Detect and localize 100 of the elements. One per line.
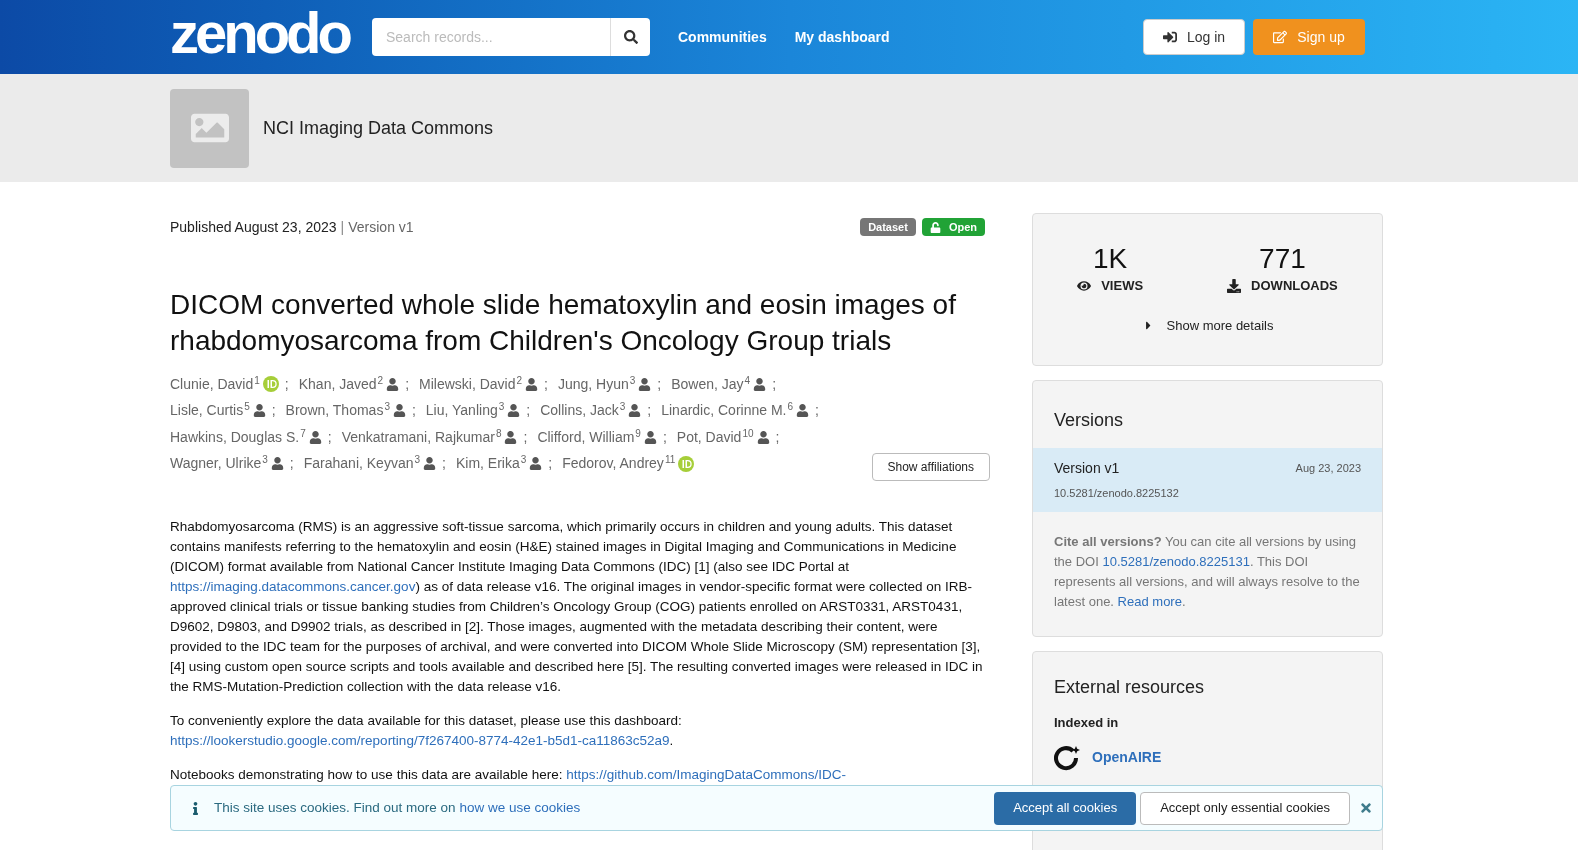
separator: ; [526,401,531,421]
accept-essential-button[interactable]: Accept only essential cookies [1140,791,1350,825]
version-item[interactable]: Version v1 Aug 23, 2023 10.5281/zenodo.8225132 [1033,448,1382,512]
search-field[interactable]: Search records... [372,18,610,56]
version-doi: 10.5281/zenodo.8225132 [1054,486,1180,501]
author-name[interactable]: Linardic, Corinne M.$^{6}$ [661,400,794,422]
person-icon [756,430,770,444]
search-icon [623,30,638,44]
person-icon [308,430,322,444]
nav-link[interactable]: My dashboard [794,26,890,48]
author-name[interactable]: Milewski, David$^{2}$ [419,373,523,395]
person-icon [525,377,539,391]
author-name[interactable]: Liu, Yanling$^{3}$ [425,400,505,422]
person-icon [423,457,437,471]
login-button[interactable]: Log in [1143,19,1245,55]
author-name[interactable]: Hawkins, Douglas S.$^{7}$ [170,426,306,448]
version-date: Aug 23, 2023 [1295,461,1361,477]
eye-icon [1077,278,1092,293]
author-name[interactable]: Bowen, Jay$^{4}$ [671,373,751,395]
community-name[interactable]: NCI Imaging Data Commons [263,114,494,142]
record-title: DICOM converted whole slide hematoxylin and eosin images of rhabdomyosarcoma from Children's Oncology Group trials [170,288,957,358]
version-name: Version v1 [1054,459,1120,478]
accept-all-button[interactable]: Accept all cookies [994,791,1137,825]
stat-value: 771 [1259,244,1306,274]
person-icon [252,404,266,418]
author-name[interactable]: Farahani, Keyvan$^{3}$ [303,453,421,475]
person-icon [504,430,518,444]
author-name[interactable]: Fedorov, Andrey$^{11}$ [562,453,676,475]
separator: ; [405,374,409,394]
link[interactable]: https://imaging.datacommons.cancer.gov [170,579,416,594]
author-name[interactable]: Collins, Jack$^{3}$ [540,400,626,422]
card-subtitle: Indexed in [1054,714,1120,732]
logo[interactable]: zenodo [170,4,372,62]
version-label: Version v1 [348,218,414,235]
description-paragraph: To conveniently explore the data available for this dataset, please use this dashboard: https://lookerstudio.google.com/reporting/7f267400-8774-42e1-b5d1-ca11863c52a9. [170,712,683,750]
publish-date: Published August 23, 2023 [170,218,337,235]
cite-note: Cite all versions? You can cite all versions by using the DOI 10.5281/zenodo.8225131. This DOI represents all versions, and will always resolve to the latest one. Read more. [1053,532,1361,611]
separator: ; [544,374,548,394]
card-title: External resources [1054,676,1206,699]
close-button[interactable] [1359,801,1373,815]
type-badge: Dataset [860,218,916,236]
separator: ; [327,427,332,447]
separator: ; [647,401,652,421]
card-title: Versions [1053,409,1125,432]
divider: | [340,218,345,235]
link[interactable]: https://github.com/ImagingDataCommons/IDC- [566,767,847,782]
author-name[interactable]: Jung, Hyun$^{3}$ [557,373,636,395]
person-icon [638,377,652,391]
author-name[interactable]: Lisle, Curtis$^{5}$ [170,400,250,422]
close-icon [1359,801,1373,815]
separator: ; [271,401,276,421]
separator: ; [662,427,667,447]
person-icon [386,377,400,391]
stat-value: 1K [1093,244,1128,274]
person-icon [643,430,657,444]
ring-icon [1054,744,1082,771]
show-affiliations-button[interactable]: Show affiliations [871,453,990,481]
person-icon [628,404,642,418]
separator: ; [815,401,819,421]
separator: ; [523,427,528,447]
cookie-message: This site uses cookies. Find out more on how we use cookies [214,798,581,817]
person-icon [392,404,406,418]
separator: ; [284,374,289,394]
author-name[interactable]: Wagner, Ulrike$^{3}$ [170,453,268,475]
edit-icon [1273,30,1288,44]
separator: ; [442,454,446,474]
link[interactable]: 10.5281/zenodo.8225131 [1102,553,1250,569]
author-name[interactable]: Kim, Erika$^{3}$ [455,453,527,475]
nav-link[interactable]: Communities [678,26,767,48]
separator: ; [289,454,294,474]
author-name[interactable]: Clunie, David$^{1}$ [170,373,260,395]
link[interactable]: how we use cookies [459,799,581,815]
link[interactable]: Read more [1117,593,1182,609]
link[interactable]: https://lookerstudio.google.com/reporting/7f267400-8774-42e1-b5d1-ca11863c52a9 [170,733,670,748]
search-button[interactable] [610,18,650,56]
unlock-icon [929,221,941,233]
login-icon [1162,30,1177,44]
separator: ; [775,427,780,447]
author-name[interactable]: Venkatramani, Rajkumar$^{8}$ [341,426,502,448]
stat-label: VIEWS [1101,277,1144,295]
person-icon [796,404,810,418]
separator: ; [772,374,777,394]
person-icon [507,404,521,418]
person-icon [270,457,284,471]
description-paragraph: Rhabdomyosarcoma (RMS) is an aggressive soft-tissue sarcoma, which primarily occurs in children and young adults. This dataset contains manifests referring to the hematoxylin and eosin (H&E) stained images in Digital Imaging and Communications in Medicine (DICOM) format available from National Cancer Institute Imaging Data Commons (IDC) [1] (also see IDC Portal at https://imaging.datacommons.cancer.gov) as of data release v16. The original images in vendor-specific format were collected on IRB-approved clinical trials or tissue banking studies from Children’s Oncology Group (COG) patients enrolled on ARST0331, ARST0431, D9602, D9803, and D9902 trials, as described in [2]. Those images, augmented with the metadata describing their content, were provided to the IDC team for the purposes of archival, and were converted into DICOM Whole Slide Microscopy (SM) representation [3], [4] using custom open source scripts and tools available and described here [5]. The resulting converted images were released in IDC in the RMS-Mutation-Prediction collection with the data release v16. [170,518,984,696]
person-icon [753,377,767,391]
description-paragraph: Notebooks demonstrating how to use this data are available here: https://github.com/ImagingDataCommons/IDC- [170,766,848,784]
access-badge: Open [921,218,985,236]
separator: ; [548,454,553,474]
show-details-toggle[interactable]: Show more details [1141,315,1274,335]
download-icon [1227,278,1242,293]
author-name[interactable]: Clifford, William$^{9}$ [537,426,641,448]
separator: ; [411,401,416,421]
stat-label: DOWNLOADS [1251,277,1338,295]
separator: ; [657,374,662,394]
openaire-link[interactable]: OpenAIRE [1092,747,1162,768]
author-name[interactable]: Brown, Thomas$^{3}$ [285,400,390,422]
author-name[interactable]: Pot, David$^{10}$ [676,426,754,448]
person-icon [529,457,543,471]
author-name[interactable]: Khan, Javed$^{2}$ [298,373,384,395]
